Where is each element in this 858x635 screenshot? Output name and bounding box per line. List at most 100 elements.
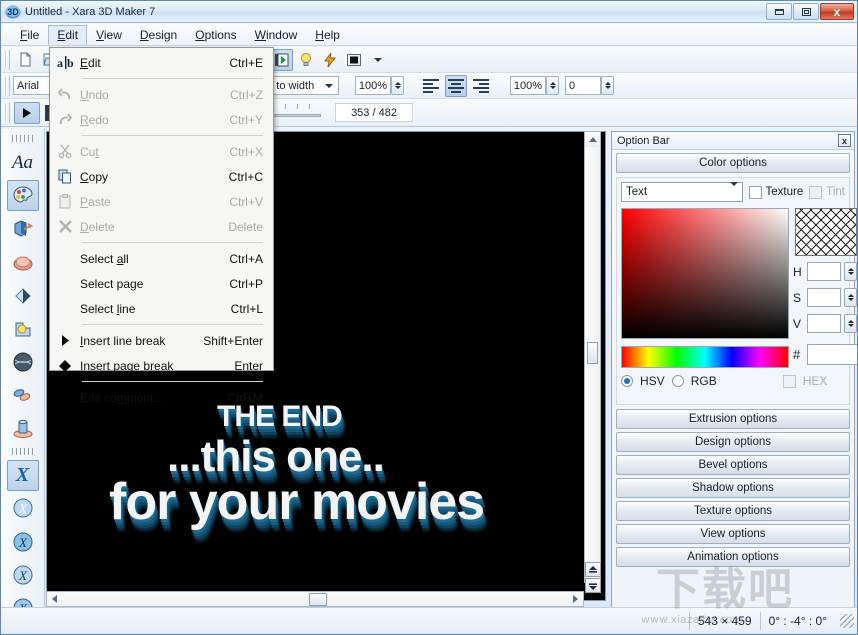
close-button[interactable]: x [820,3,854,20]
menu-item-cut: Cut Ctrl+X [50,139,273,164]
hsv-radio[interactable] [621,375,633,387]
menu-item-redo: Redo Ctrl+Y [50,107,273,132]
chevron-down-icon[interactable] [730,186,738,198]
text-tool[interactable]: Aa [7,147,39,178]
toolbar-grip-text[interactable] [4,76,10,96]
scroll-left-button[interactable] [47,592,61,606]
char-spacing-field[interactable]: 0 [565,76,601,95]
resize-grip-icon[interactable] [840,614,854,628]
texture-checkbox-row[interactable]: Texture [749,186,804,199]
rgb-radio[interactable] [672,375,684,387]
color-mode-row: HSV RGB HEX [621,374,827,388]
menu-window[interactable]: Window [246,25,307,45]
saturation-stepper[interactable] [844,288,857,307]
group-tool[interactable] [7,380,39,411]
menu-item-select-line[interactable]: Select line Ctrl+L [50,296,273,321]
frame-counter: 353 / 482 [335,103,413,122]
menu-options[interactable]: Options [186,25,245,45]
menu-view[interactable]: View [87,25,131,45]
animation-fade-tool[interactable]: X [7,493,39,524]
background-color-icon[interactable] [343,49,365,71]
align-left-button[interactable] [421,75,443,97]
hue-input[interactable] [807,262,841,281]
rotate-tool[interactable] [7,413,39,444]
title-bar: 3D Untitled - Xara 3D Maker 7 x [1,1,857,23]
animation-x-tool[interactable]: X [7,460,39,491]
menu-design[interactable]: Design [131,25,186,45]
design-options-button[interactable]: Design options [616,432,850,452]
char-scale-stepper[interactable] [546,76,559,95]
texture-checkbox[interactable] [749,186,762,199]
chevron-down-icon[interactable] [322,77,335,94]
color-target-select[interactable]: Text [621,182,743,202]
color-options-header[interactable]: Color options [616,153,850,173]
menu-item-select-all[interactable]: Select all Ctrl+A [50,246,273,271]
dropdown-arrow-icon[interactable] [367,49,389,71]
menu-item-select-page[interactable]: Select page Ctrl+P [50,271,273,296]
value-stepper[interactable] [844,314,857,333]
extrusion-options-button[interactable]: Extrusion options [616,409,850,429]
extrude-tool[interactable] [7,213,39,244]
scroll-right-button[interactable] [568,592,582,606]
shadow-tool[interactable] [7,280,39,311]
value-input[interactable] [807,314,841,333]
delete-x-icon [50,219,80,234]
menu-help[interactable]: Help [306,25,349,45]
lighting-tool[interactable] [7,313,39,344]
saturation-value-picker[interactable] [621,208,789,339]
menu-item-select-all-shortcut: Ctrl+A [229,252,273,266]
menu-item-insert-line-break[interactable]: Insert line break Shift+Enter [50,328,273,353]
hex-input[interactable] [807,344,858,365]
menu-item-insert-page-break-shortcut: Enter [234,359,273,373]
option-bar-close-icon[interactable]: x [838,134,851,147]
edit-dropdown-menu[interactable]: a b Edit Ctrl+E Undo Ctrl+Z Redo Ctrl+Y [49,47,274,371]
toolbar-grip[interactable] [4,50,10,70]
hue-stepper[interactable] [844,262,857,281]
lightning-icon[interactable] [319,49,341,71]
animation-swing-tool[interactable]: X [7,526,39,557]
sidebar-grip-mid[interactable] [12,448,34,455]
menu-file[interactable]: File [11,25,48,45]
new-document-icon[interactable] [14,49,36,71]
next-page-button[interactable] [585,578,601,593]
vscroll-thumb[interactable] [587,342,598,364]
view-options-button[interactable]: View options [616,524,850,544]
restore-button[interactable] [793,3,819,20]
svg-text:3D: 3D [7,7,19,17]
canvas-horizontal-scrollbar[interactable] [46,591,584,607]
menu-edit[interactable]: Edit [48,25,87,45]
menu-item-copy[interactable]: Copy Ctrl+C [50,164,273,189]
previous-page-button[interactable] [585,562,601,577]
bevel-tool[interactable] [7,247,39,278]
menu-item-edit-shortcut: Ctrl+E [229,56,273,70]
animation-options-button[interactable]: Animation options [616,547,850,567]
menu-item-delete-shortcut: Delete [228,220,273,234]
texture-options-button[interactable]: Texture options [616,501,850,521]
minimize-button[interactable] [766,3,792,20]
toolbar-grip-anim[interactable] [4,103,10,123]
char-scale-field[interactable]: 100% [510,76,546,95]
align-center-button[interactable] [445,75,467,97]
texture-tool[interactable] [7,347,39,378]
lightbulb-icon[interactable] [295,49,317,71]
menu-item-edit[interactable]: a b Edit Ctrl+E [50,50,273,75]
scroll-up-button[interactable] [585,132,600,147]
sidebar-grip-top[interactable] [12,135,34,142]
char-spacing-stepper[interactable] [601,76,614,95]
bevel-options-button[interactable]: Bevel options [616,455,850,475]
animation-spin-tool[interactable]: X [7,559,39,590]
color-palette-tool[interactable] [7,180,39,211]
page-nav-buttons [585,561,601,593]
hscroll-thumb[interactable] [309,593,327,606]
align-right-button[interactable] [469,75,491,97]
zoom-value-field[interactable]: 100% [355,76,391,95]
saturation-input[interactable] [807,288,841,307]
menu-item-insert-page-break[interactable]: Insert page break Enter [50,353,273,378]
shadow-options-button[interactable]: Shadow options [616,478,850,498]
canvas-vertical-scrollbar[interactable] [584,131,601,583]
play-animation-icon[interactable] [271,49,293,71]
zoom-stepper[interactable] [391,76,404,95]
hue-slider[interactable] [621,346,789,368]
menu-item-edit-comment[interactable]: Edit comment... Ctrl+M [50,385,273,410]
play-icon[interactable] [14,102,40,124]
